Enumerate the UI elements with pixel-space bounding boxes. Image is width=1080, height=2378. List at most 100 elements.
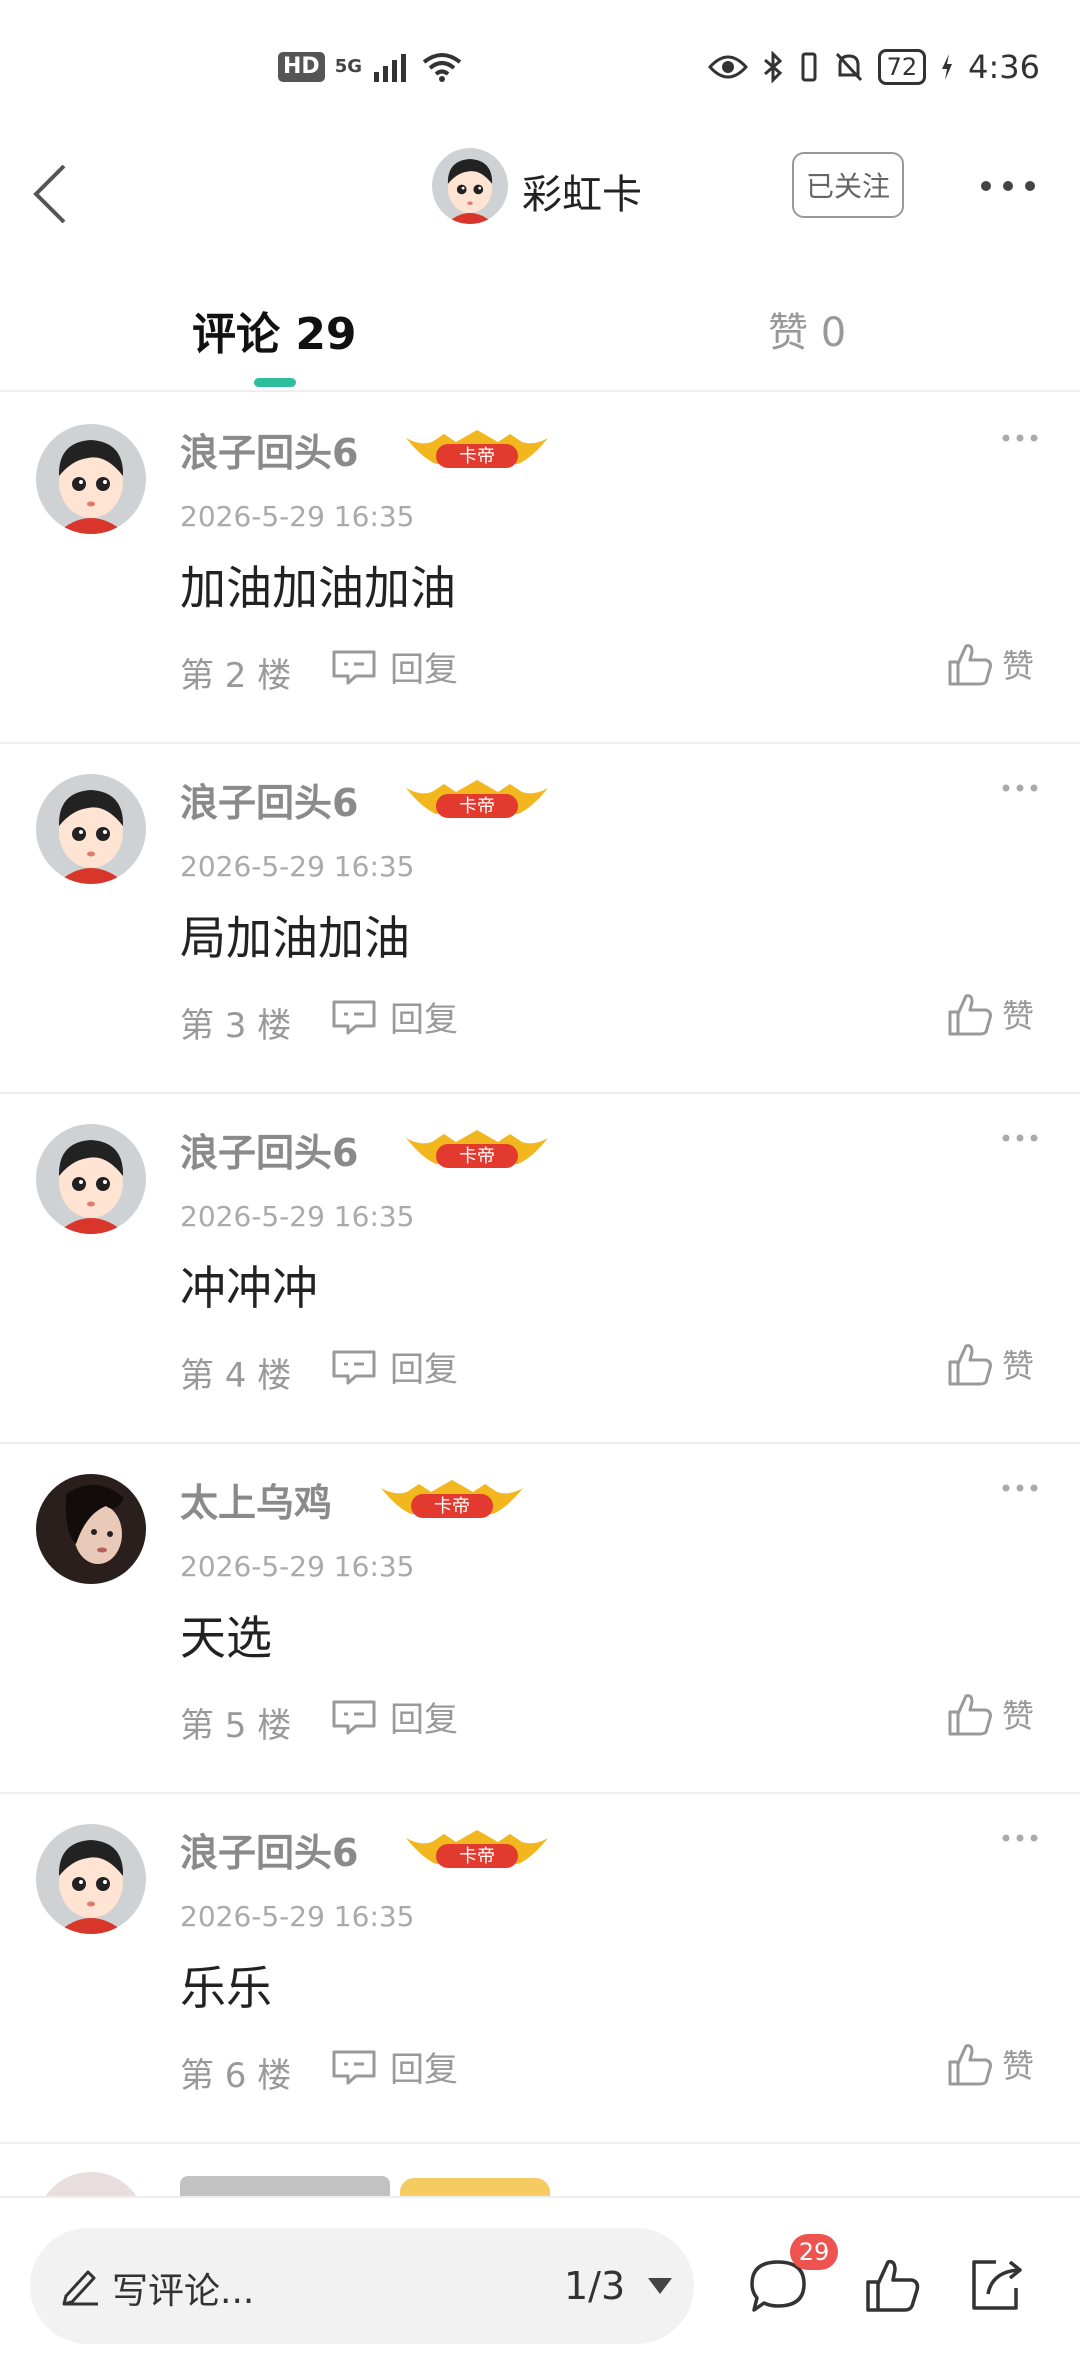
follow-button[interactable]: 已关注 [792,152,904,218]
comment-username[interactable]: 浪子回头6 [180,772,358,827]
svg-text:卡帝: 卡帝 [434,1496,470,1517]
pencil-icon [62,2270,98,2306]
like-button[interactable]: 赞 [946,640,1034,688]
card-avatar[interactable] [432,148,508,224]
like-button[interactable]: 赞 [946,2040,1034,2088]
top-nav-bar: 彩虹卡 已关注 [0,140,1080,240]
floor-number: 第 5 楼 [180,1706,292,1746]
comment-username[interactable]: 浪子回头6 [180,1822,358,1877]
reply-label: 回复 [390,1350,458,1390]
more-dots-icon [981,181,1035,191]
cartoon-avatar-icon [36,1124,146,1234]
battery-level: 72 [877,49,927,85]
comment-username[interactable]: 太上乌鸡 [180,1472,332,1527]
vip-badge: 卡帝 [402,1828,552,1872]
back-button[interactable] [26,150,86,230]
comment-avatar[interactable] [36,1474,146,1584]
tab-likes[interactable]: 赞 0 [768,300,846,358]
reply-bubble-icon [332,1350,376,1384]
wifi-icon [422,53,462,82]
comment-time: 2026-5-29 16:35 [180,1900,415,1933]
comment-more-button[interactable] [1000,432,1040,444]
comment-avatar[interactable] [36,1124,146,1234]
crown-badge-icon: 卡帝 [381,1480,523,1518]
comment-time: 2026-5-29 16:35 [180,850,415,883]
tab-active-indicator [254,378,296,387]
network-type: 5G [334,56,362,77]
crown-badge-icon: 卡帝 [406,1130,548,1168]
like-label: 赞 [1002,1697,1035,1735]
comment-more-button[interactable] [1000,782,1040,794]
reply-label: 回复 [390,650,458,690]
cartoon-avatar-icon [432,148,508,224]
reply-button[interactable]: 回复 [330,2042,458,2091]
comment-text: 乐乐 [180,1961,272,2015]
reply-bubble-icon [332,1000,376,1034]
like-button[interactable]: 赞 [946,1340,1034,1388]
bottom-bar: 写评论... 1/3 29 [0,2196,1080,2378]
crown-badge-icon: 卡帝 [406,430,548,468]
cartoon-avatar-icon [36,774,146,884]
comment-username[interactable]: 浪子回头6 [180,422,358,477]
partial-badge [400,2178,550,2196]
comment-item: 浪子回头6 卡帝 2026-5-29 16:35 冲冲冲 第 4 楼 回复 赞 [0,1092,1080,1444]
comment-more-button[interactable] [1000,1832,1040,1844]
like-label: 赞 [1002,997,1035,1035]
comment-more-button[interactable] [1000,1482,1040,1494]
vip-badge: 卡帝 [402,428,552,472]
bluetooth-icon [763,51,782,83]
comment-text: 天选 [180,1611,272,1665]
share-button[interactable] [966,2254,1028,2316]
comment-time: 2026-5-29 16:35 [180,1200,415,1233]
more-dots-icon [1002,1134,1038,1142]
thumbs-up-icon [866,2259,920,2312]
status-bar: HD 5G 72 4:36 [0,0,1080,140]
like-button[interactable]: 赞 [946,1690,1034,1738]
tab-comments[interactable]: 评论 29 [192,298,357,362]
comment-avatar[interactable] [36,424,146,534]
cartoon-avatar-icon [36,1824,146,1934]
comment-time: 2026-5-29 16:35 [180,1550,415,1583]
more-dots-icon [1002,784,1038,792]
comment-text: 局加油加油 [180,911,410,965]
thumbs-up-icon [948,994,992,1036]
cartoon-avatar-icon [36,424,146,534]
vibrate-icon [801,52,817,82]
comment-username[interactable]: 浪子回头6 [180,1122,358,1177]
svg-text:卡帝: 卡帝 [459,446,495,467]
share-icon [972,2260,1022,2310]
like-label: 赞 [1002,647,1035,685]
comment-avatar[interactable] [36,1824,146,1934]
comment-item: 浪子回头6 卡帝 2026-5-29 16:35 加油加油加油 第 2 楼 回复… [0,392,1080,744]
partial-avatar [36,2172,146,2196]
comment-item: 浪子回头6 卡帝 2026-5-29 16:35 乐乐 第 6 楼 回复 赞 [0,1792,1080,2144]
reply-label: 回复 [390,1700,458,1740]
comment-placeholder: 写评论... [112,2271,255,2312]
comment-input[interactable]: 写评论... 1/3 [30,2228,694,2344]
more-options-button[interactable] [978,174,1038,198]
reply-button[interactable]: 回复 [330,1342,458,1391]
floor-number: 第 3 楼 [180,1006,292,1046]
like-post-button[interactable] [862,2256,922,2316]
status-left: HD 5G [278,52,462,82]
more-dots-icon [1002,1484,1038,1492]
reply-bubble-icon [332,650,376,684]
comment-item: 太上乌鸡 卡帝 2026-5-29 16:35 天选 第 5 楼 回复 赞 [0,1442,1080,1794]
reply-button[interactable]: 回复 [330,642,458,691]
thumbs-up-icon [948,1694,992,1736]
comment-avatar[interactable] [36,774,146,884]
page-indicator[interactable]: 1/3 [564,2264,625,2308]
more-dots-icon [1002,434,1038,442]
like-label: 赞 [1002,2047,1035,2085]
caret-down-icon[interactable] [646,2276,674,2296]
crown-badge-icon: 卡帝 [406,1830,548,1868]
comment-text: 加油加油加油 [180,561,456,615]
comment-more-button[interactable] [1000,1132,1040,1144]
page-title: 彩虹卡 [522,172,642,218]
hd-badge: HD [278,52,325,82]
reply-button[interactable]: 回复 [330,1692,458,1741]
reply-button[interactable]: 回复 [330,992,458,1041]
like-label: 赞 [1002,1347,1035,1385]
like-button[interactable]: 赞 [946,990,1034,1038]
svg-text:卡帝: 卡帝 [459,1146,495,1167]
